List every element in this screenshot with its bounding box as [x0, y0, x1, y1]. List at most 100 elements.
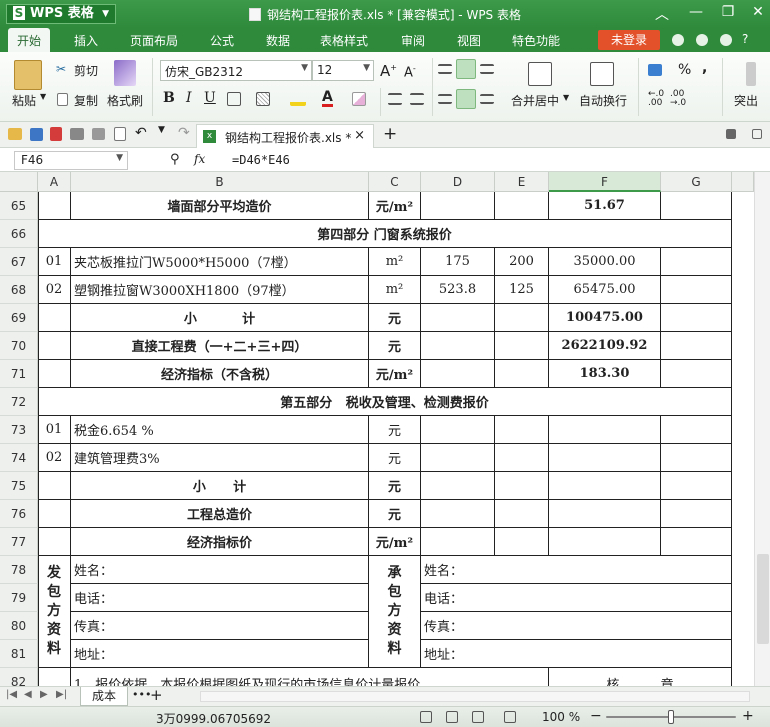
cell[interactable] [495, 444, 549, 472]
cell[interactable] [661, 360, 732, 388]
cell[interactable]: 02 [38, 444, 71, 472]
section-title[interactable]: 第四部分 门窗系统报价 [38, 220, 732, 248]
preview-icon[interactable] [114, 127, 126, 141]
fill-color-icon[interactable] [290, 92, 306, 106]
prev-sheet-icon[interactable]: ◀ [24, 689, 32, 700]
cell[interactable]: 51.67 [549, 192, 661, 220]
underline-button[interactable]: U [204, 90, 216, 106]
cell[interactable] [661, 500, 732, 528]
first-sheet-icon[interactable]: |◀ [6, 689, 17, 700]
zoom-slider-thumb[interactable] [668, 710, 674, 724]
cell[interactable]: 01 [38, 248, 71, 276]
row-header[interactable]: 79 [0, 584, 38, 612]
border-icon[interactable] [227, 92, 241, 106]
cell[interactable]: 元/m² [369, 528, 421, 556]
pdf-export-icon[interactable] [50, 127, 62, 141]
cell[interactable] [661, 276, 732, 304]
align-center-icon[interactable] [456, 89, 476, 109]
page-break-view-icon[interactable] [446, 711, 458, 723]
row-header[interactable]: 72 [0, 388, 38, 416]
align-top-icon[interactable] [438, 64, 452, 74]
cell[interactable]: 墙面部分平均造价 [71, 192, 369, 220]
party-b-name[interactable]: 姓名： [421, 556, 732, 584]
align-right-icon[interactable] [480, 94, 494, 104]
cell[interactable] [421, 192, 495, 220]
cell[interactable]: 工程总造价 [71, 500, 369, 528]
column-header-extra[interactable] [732, 172, 754, 192]
redo-icon[interactable]: ↷ [178, 125, 190, 141]
page-layout-view-icon[interactable] [472, 711, 484, 723]
cell[interactable] [661, 444, 732, 472]
cell[interactable]: 小 计 [71, 472, 369, 500]
vertical-scrollbar[interactable] [754, 172, 770, 686]
cell[interactable]: 塑钢推拉窗W3000XH1800（97樘） [71, 276, 369, 304]
cell[interactable]: 直接工程费（一+二+三+四） [71, 332, 369, 360]
row-header[interactable]: 77 [0, 528, 38, 556]
cell[interactable] [495, 416, 549, 444]
cell[interactable] [495, 192, 549, 220]
restore-tab-icon[interactable] [752, 129, 762, 139]
cell[interactable]: 2622109.92 [549, 332, 661, 360]
format-painter-button[interactable]: 格式刷 [107, 92, 143, 109]
cell[interactable] [495, 528, 549, 556]
cell[interactable]: 元 [369, 500, 421, 528]
cell[interactable]: 523.8 [421, 276, 495, 304]
horizontal-scrollbar[interactable] [200, 691, 750, 702]
font-name-select[interactable]: 仿宋_GB2312 ▼ [160, 60, 312, 81]
currency-icon[interactable] [648, 64, 662, 76]
help-icon[interactable]: ? [742, 32, 748, 46]
close-button[interactable]: ✕ [746, 4, 770, 20]
document-tab[interactable]: x 钢结构工程报价表.xls * × [196, 124, 374, 148]
cell[interactable]: 元 [369, 444, 421, 472]
row-header[interactable]: 75 [0, 472, 38, 500]
party-b-fax[interactable]: 传真： [421, 612, 732, 640]
cell[interactable] [421, 416, 495, 444]
increase-decimal-icon[interactable]: ←.0.00 [648, 90, 664, 108]
collapse-ribbon-icon[interactable]: ︿ [650, 4, 674, 24]
column-header-d[interactable]: D [421, 172, 495, 192]
cell[interactable]: 经济指标价 [71, 528, 369, 556]
font-color-icon[interactable]: A [322, 90, 333, 107]
decrease-decimal-icon[interactable]: .00 →.0 [670, 90, 686, 108]
indent-icon[interactable] [388, 93, 402, 105]
comma-button[interactable]: , [702, 60, 707, 76]
zoom-out-icon[interactable]: − [590, 708, 602, 724]
menu-home[interactable]: 开始 [8, 28, 51, 52]
party-a-label[interactable]: 发包方资料 [38, 556, 71, 668]
cell[interactable]: 建筑管理费3% [71, 444, 369, 472]
note-cell[interactable]: 1、报价依据，本报价根据图纸及现行的市场信息价计量报价 [71, 668, 549, 686]
decrease-font-icon[interactable]: A- [404, 64, 416, 80]
cell[interactable]: 元/m² [369, 360, 421, 388]
menu-table-style[interactable]: 表格样式 [320, 32, 368, 49]
wrap-text-button[interactable]: 自动换行 [579, 92, 627, 109]
row-header[interactable]: 65 [0, 192, 38, 220]
cell[interactable]: 元/m² [369, 192, 421, 220]
cell[interactable]: 经济指标（不含税） [71, 360, 369, 388]
open-folder-icon[interactable] [8, 128, 22, 140]
copy-button[interactable]: 复制 [74, 92, 98, 109]
cell[interactable]: 元 [369, 416, 421, 444]
row-header[interactable]: 67 [0, 248, 38, 276]
minimize-button[interactable]: — [684, 4, 708, 20]
column-header-e[interactable]: E [495, 172, 549, 192]
cell[interactable] [421, 444, 495, 472]
cell[interactable]: 175 [421, 248, 495, 276]
paste-icon[interactable] [14, 60, 42, 90]
cell[interactable]: 200 [495, 248, 549, 276]
align-middle-icon[interactable] [456, 59, 476, 79]
last-sheet-icon[interactable]: ▶| [56, 689, 67, 700]
cell[interactable]: 元 [369, 332, 421, 360]
cell[interactable]: 税金6.654 % [71, 416, 369, 444]
cell-style-icon[interactable] [256, 92, 270, 106]
cell[interactable]: 元 [369, 472, 421, 500]
cell[interactable] [549, 472, 661, 500]
column-header-c[interactable]: C [369, 172, 421, 192]
cell[interactable]: 100475.00 [549, 304, 661, 332]
save-icon[interactable] [30, 128, 43, 141]
chevron-down-icon[interactable]: ▼ [563, 93, 569, 102]
cell[interactable]: 65475.00 [549, 276, 661, 304]
zoom-lookup-icon[interactable]: ⚲ [170, 152, 180, 167]
cell[interactable]: 小 计 [71, 304, 369, 332]
row-header[interactable]: 81 [0, 640, 38, 668]
undo-icon[interactable]: ↶ [135, 125, 147, 141]
